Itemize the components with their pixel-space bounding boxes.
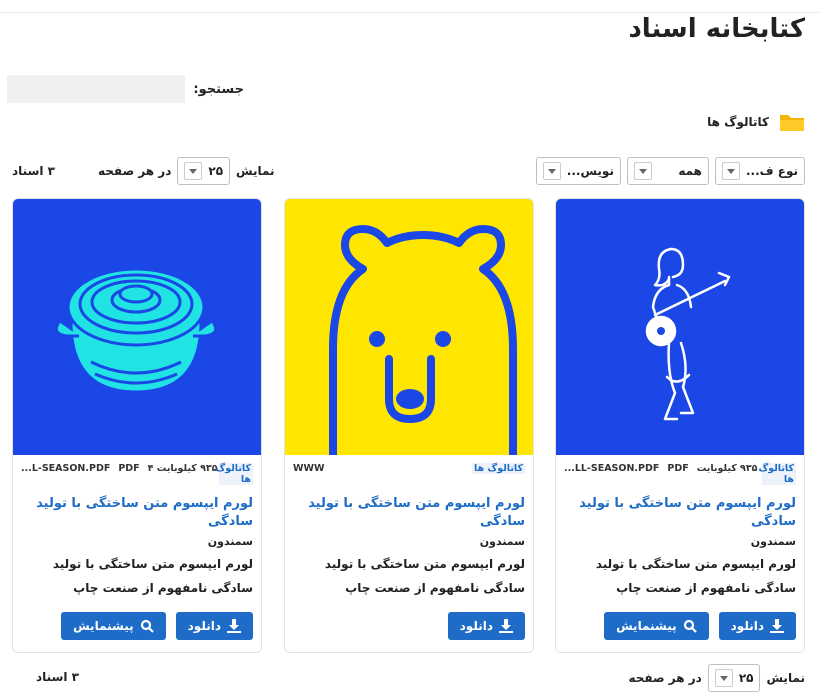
document-thumbnail[interactable] (556, 199, 804, 455)
card-actions: دانلود (447, 612, 525, 640)
document-author: سمندون (479, 535, 525, 548)
per-page-suffix: در هر صفحه (628, 671, 702, 685)
per-page-show-label: نمایش (766, 671, 805, 685)
document-title-link[interactable]: لورم ایپسوم متن ساختگی با تولید سادگی (556, 495, 804, 531)
filter-category[interactable]: همه (626, 157, 709, 185)
chevron-down-icon (633, 162, 652, 180)
download-label: دانلود (730, 619, 764, 633)
download-icon (227, 619, 241, 633)
document-thumbnail[interactable] (13, 199, 261, 455)
per-page-select[interactable]: ۲۵ (177, 157, 231, 185)
document-card: ...LL-SEASON.PDF PDF ۹۳۵ کیلوبایت کاتالو… (555, 198, 805, 653)
document-description: لورم ایپسوم متن ساختگی با تولید سادگی نا… (52, 557, 253, 595)
document-count: ۳ اسناد (36, 670, 79, 684)
chevron-down-icon (714, 669, 733, 687)
preview-button[interactable]: پیشنمایش (604, 612, 709, 640)
per-page-suffix: در هر صفحه (98, 164, 172, 178)
filter-author-label: نویس... (566, 164, 614, 178)
per-page-top: نمایش ۲۵ در هر صفحه (98, 157, 275, 185)
search-row: جستجو: (7, 75, 244, 103)
document-meta: ...LL-SEASON.PDF PDF ۹۳۵ کیلوبایت کاتالو… (556, 455, 804, 495)
document-size: ۹۳۵ کیلوبایت ۴ (147, 463, 218, 474)
document-author: سمندون (207, 535, 253, 548)
document-filename: ...LL-SEASON.PDF (564, 463, 660, 474)
per-page-value: ۲۵ (738, 671, 754, 685)
download-button[interactable]: دانلود (175, 612, 253, 640)
filter-file-type-label: نوع ف... (745, 164, 798, 178)
document-filename: ...L-SEASON.PDF (21, 463, 111, 474)
card-actions: دانلود پیشنمایش (604, 612, 796, 640)
filter-file-type[interactable]: نوع ف... (714, 157, 805, 185)
filter-bar: نوع ف... همه نویس... (535, 157, 805, 185)
search-label: جستجو: (193, 81, 244, 97)
download-icon (770, 619, 784, 633)
search-icon (683, 619, 697, 633)
per-page-select[interactable]: ۲۵ (707, 664, 761, 692)
document-size: ۹۳۵ کیلوبایت (696, 463, 758, 474)
search-icon (140, 619, 154, 633)
category-tag[interactable]: کاتالوگ ها (216, 463, 253, 485)
preview-label: پیشنمایش (73, 619, 134, 633)
per-page-bottom: نمایش ۲۵ در هر صفحه (628, 664, 805, 692)
breadcrumb-label: کاتالوگ ها (707, 115, 769, 129)
guitar-player-icon (645, 247, 731, 421)
document-thumbnail[interactable] (285, 199, 533, 455)
chevron-down-icon (721, 162, 740, 180)
chevron-down-icon (184, 162, 203, 180)
document-type: PDF (118, 463, 140, 474)
per-page-show-label: نمایش (236, 164, 275, 178)
search-input[interactable] (7, 75, 186, 103)
filter-category-label: همه (678, 164, 702, 178)
document-grid: ...LL-SEASON.PDF PDF ۹۳۵ کیلوبایت کاتالو… (12, 198, 805, 653)
download-button[interactable]: دانلود (447, 612, 525, 640)
filter-author[interactable]: نویس... (535, 157, 621, 185)
document-description: لورم ایپسوم متن ساختگی با تولید سادگی نا… (595, 557, 796, 595)
category-tag[interactable]: کاتالوگ ها (472, 463, 525, 474)
page-title: کتابخانه اسناد (628, 14, 805, 44)
download-label: دانلود (459, 619, 493, 633)
category-tag[interactable]: کاتالوگ ها (759, 463, 796, 485)
document-meta: ...L-SEASON.PDF PDF ۹۳۵ کیلوبایت ۴ کاتال… (13, 455, 261, 495)
document-description: لورم ایپسوم متن ساختگی با تولید سادگی نا… (324, 557, 525, 595)
document-title-link[interactable]: لورم ایپسوم متن ساختگی با تولید سادگی (285, 495, 533, 531)
per-page-value: ۲۵ (208, 164, 224, 178)
document-meta: WWW کاتالوگ ها (285, 455, 533, 495)
document-card: ...L-SEASON.PDF PDF ۹۳۵ کیلوبایت ۴ کاتال… (12, 198, 262, 653)
download-label: دانلود (187, 619, 221, 633)
document-count: ۳ اسناد (12, 164, 55, 178)
preview-button[interactable]: پیشنمایش (61, 612, 166, 640)
pot-icon (54, 267, 218, 394)
bear-icon (329, 225, 517, 455)
document-title-link[interactable]: لورم ایپسوم متن ساختگی با تولید سادگی (13, 495, 261, 531)
download-icon (499, 619, 513, 633)
download-button[interactable]: دانلود (718, 612, 796, 640)
top-divider (0, 12, 819, 13)
preview-label: پیشنمایش (616, 619, 677, 633)
document-card: WWW کاتالوگ ها لورم ایپسوم متن ساختگی با… (284, 198, 534, 653)
document-author: سمندون (750, 535, 796, 548)
chevron-down-icon (542, 162, 561, 180)
document-type: PDF (667, 463, 689, 474)
folder-icon (780, 115, 804, 131)
document-filename: WWW (293, 463, 325, 474)
card-actions: دانلود پیشنمایش (61, 612, 253, 640)
breadcrumb[interactable]: کاتالوگ ها (707, 112, 805, 132)
